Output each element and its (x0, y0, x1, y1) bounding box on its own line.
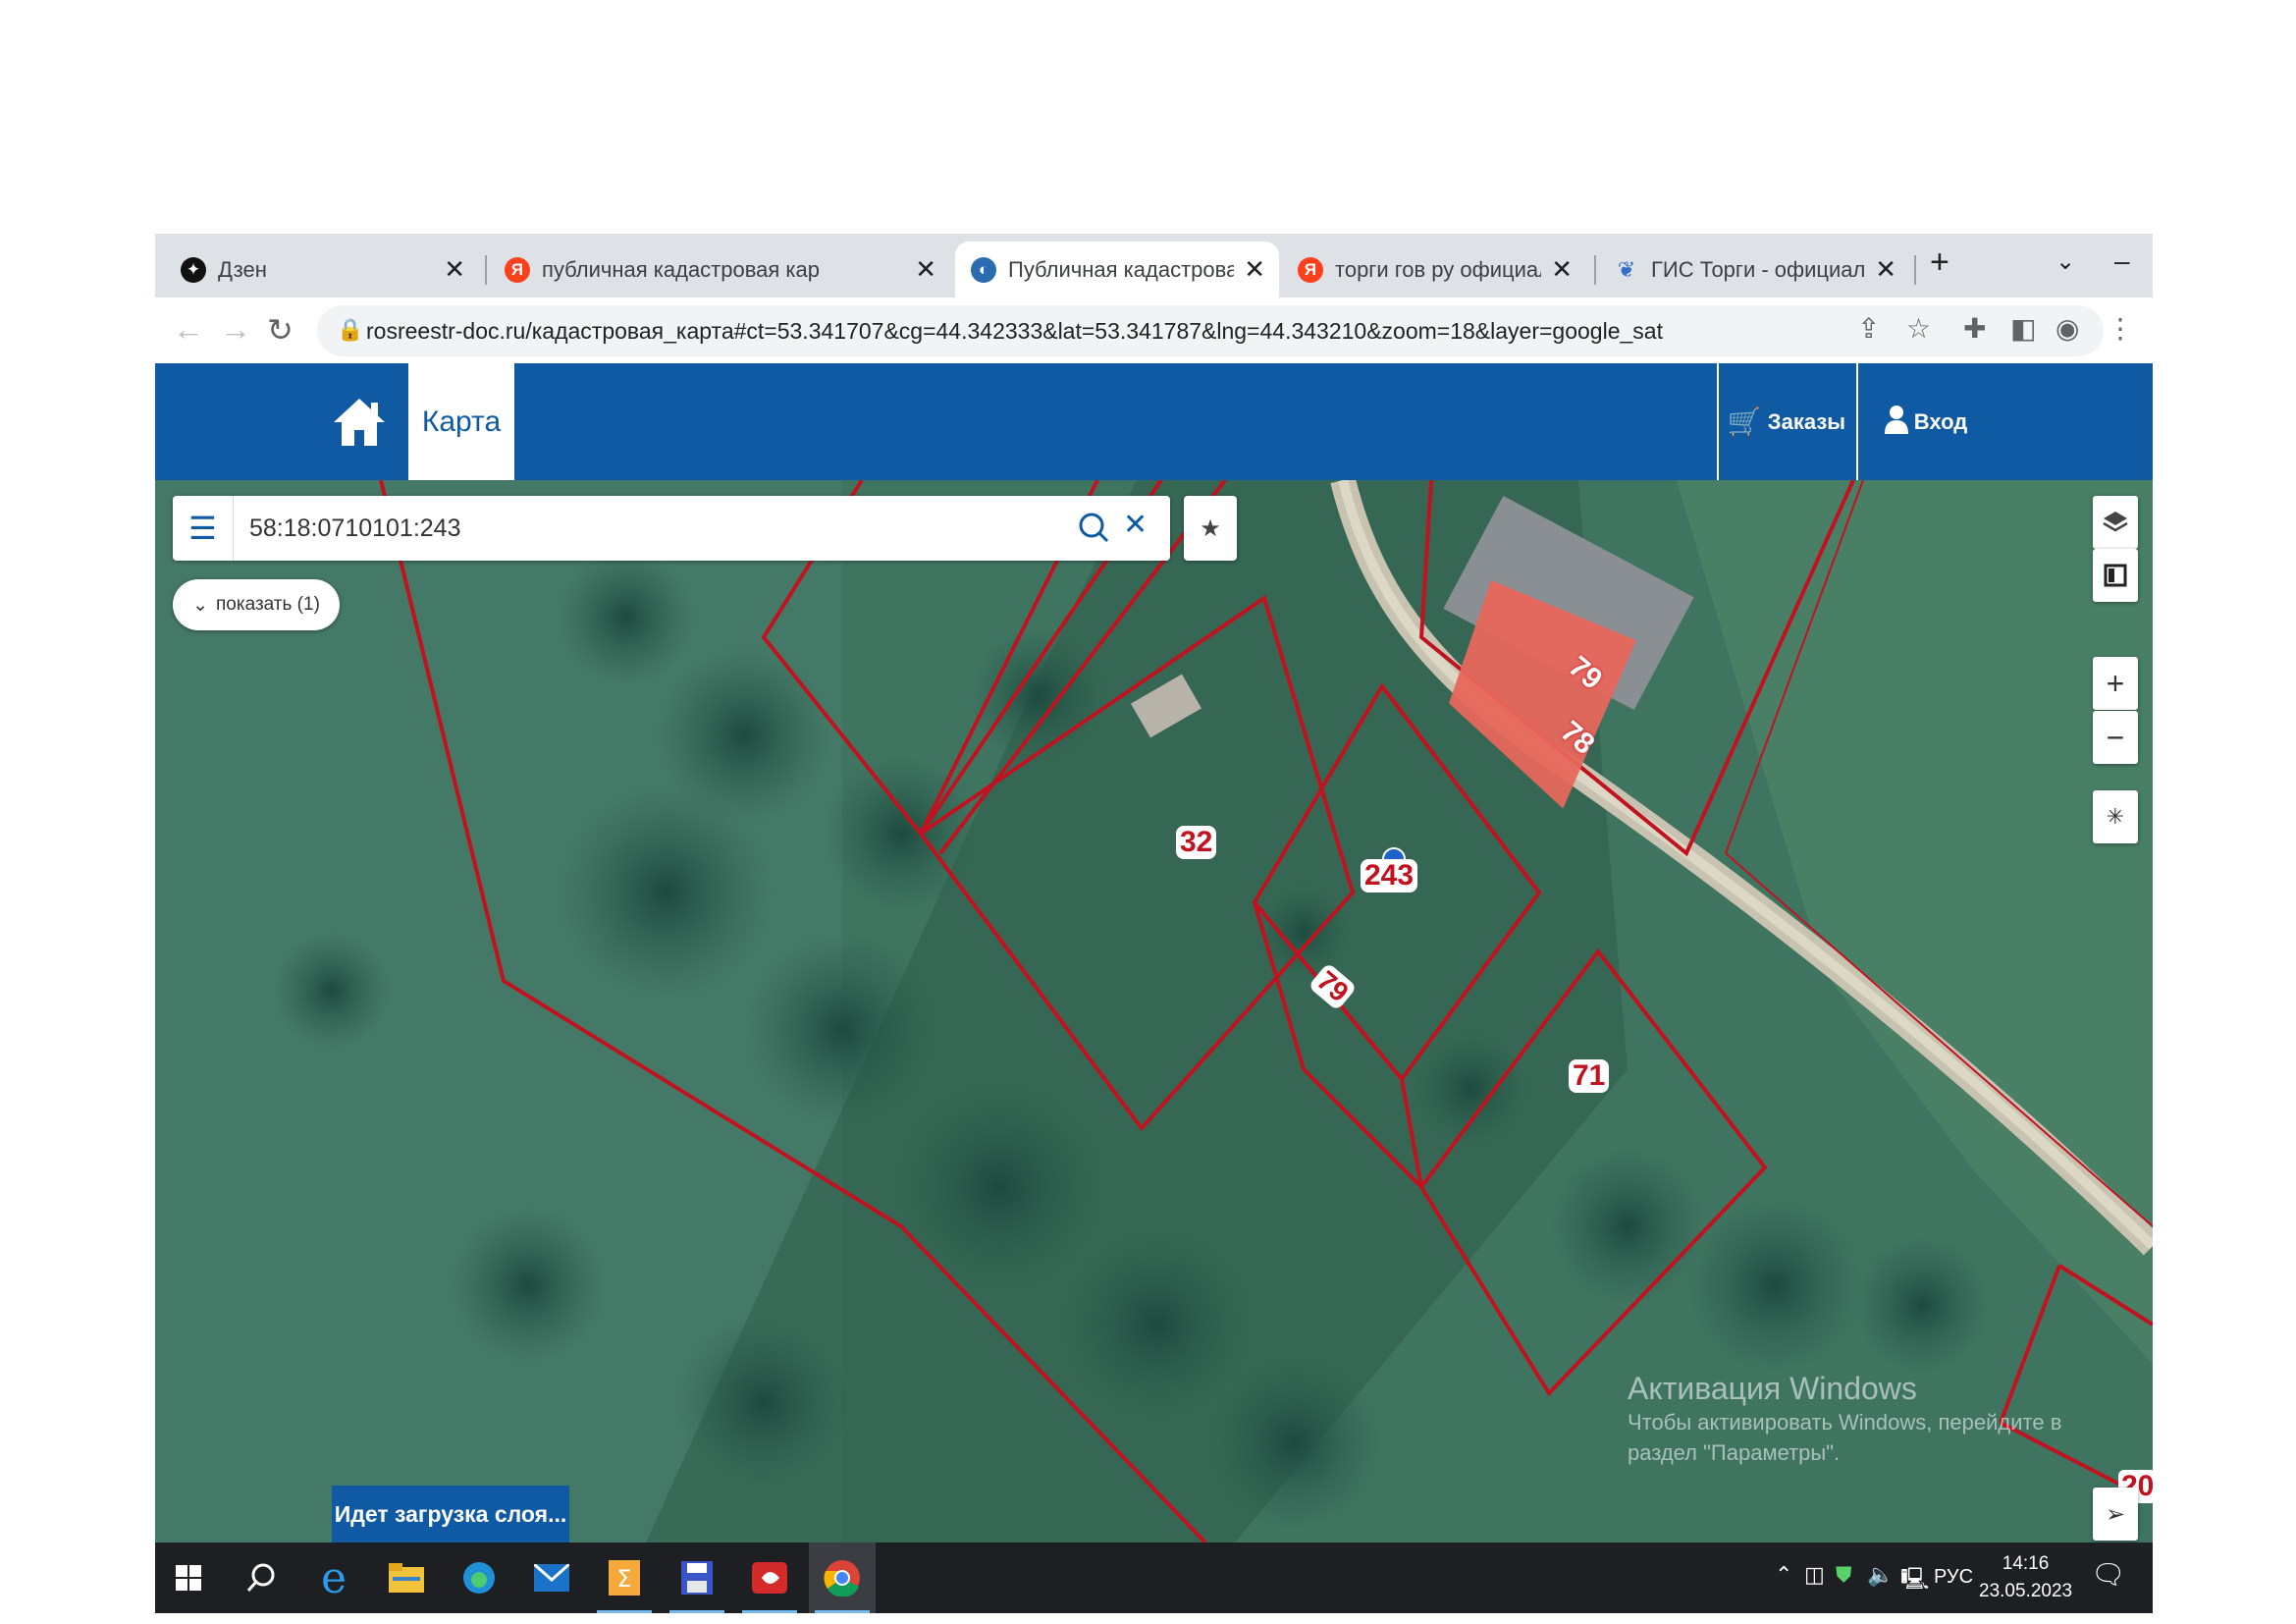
extensions-puzzle-icon[interactable]: ✚ (1963, 312, 1986, 345)
close-tab-icon[interactable]: ✕ (915, 254, 936, 285)
forward-arrow-icon[interactable]: → (220, 311, 251, 348)
edge-browser-icon[interactable] (446, 1543, 512, 1613)
windows-activation-watermark: Активация Windows Чтобы активировать Win… (1628, 1371, 2079, 1468)
tab-dzen[interactable]: ✦ Дзен ✕ (155, 242, 479, 298)
ruler-icon[interactable] (2093, 549, 2138, 602)
tab-separator (1594, 255, 1596, 285)
reload-icon[interactable]: ↻ (267, 311, 294, 349)
cart-icon: 🛒 (1727, 406, 1762, 437)
notifications-icon[interactable]: 🗨 (2091, 1558, 2126, 1591)
clear-search-icon[interactable]: ✕ (1123, 508, 1148, 542)
home-icon[interactable] (330, 393, 389, 452)
tab-yandex-torgi[interactable]: Я торги гов ру официальный ✕ (1282, 242, 1586, 298)
browser-toolbar: ← → ↻ 🔒 rosreestr-doc.ru/кадастровая_кар… (155, 298, 2153, 363)
chrome-icon[interactable] (809, 1543, 876, 1613)
file-explorer-icon[interactable] (373, 1543, 440, 1613)
calculator-app-icon[interactable]: Σ (591, 1543, 658, 1613)
taskbar-search-icon[interactable] (228, 1543, 294, 1613)
dzen-icon: ✦ (181, 256, 206, 283)
login-label: Вход (1913, 408, 1968, 434)
tab-rosreestr-active[interactable]: ◐ Публичная кадастровая кар ✕ (955, 242, 1279, 298)
tab-separator (1914, 255, 1916, 285)
windows-start-icon[interactable] (155, 1543, 222, 1613)
close-tab-icon[interactable]: ✕ (1551, 254, 1573, 285)
tab-title: Публичная кадастровая кар (1008, 256, 1235, 282)
gis-torgi-icon: ❦ (1617, 256, 1636, 282)
lock-icon[interactable]: 🔒 (337, 317, 363, 343)
tab-gis-torgi[interactable]: ❦ ГИС Торги - официальный ✕ (1598, 242, 1910, 298)
browser-window: ✦ Дзен ✕ Я публичная кадастровая кар ✕ ◐… (155, 234, 2153, 1613)
rosreestr-icon: ◐ (971, 256, 996, 283)
close-tab-icon[interactable]: ✕ (1244, 254, 1265, 285)
orders-label: Заказы (1767, 408, 1846, 434)
nav-map-tab[interactable]: Карта (408, 363, 514, 480)
tab-title: ГИС Торги - официальный (1651, 256, 1866, 282)
tab-title: торги гов ру официальный (1335, 256, 1541, 282)
zoom-out-button[interactable]: − (2093, 711, 2138, 764)
tab-separator (485, 255, 487, 285)
volume-icon[interactable]: 🔈 (1867, 1562, 1894, 1588)
menu-hamburger-icon[interactable]: ☰ (173, 496, 234, 561)
close-tab-icon[interactable]: ✕ (1875, 254, 1896, 285)
save-disk-app-icon[interactable] (664, 1543, 730, 1613)
windows-taskbar: e Σ ⌃ ◫ ⛊ 🔈 🖳 РУС 14:16 23.05.2023 🗨 (155, 1543, 2153, 1613)
layer-loading-status: Идет загрузка слоя... (332, 1486, 569, 1543)
favorite-star-button[interactable]: ★ (1184, 496, 1237, 561)
minimize-button[interactable]: – (2114, 245, 2130, 277)
clock-date: 23.05.2023 (1979, 1581, 2073, 1601)
watermark-text: Чтобы активировать Windows, перейдите в … (1628, 1410, 2062, 1465)
search-box: ☰ ✕ (173, 496, 1170, 561)
orders-button[interactable]: 🛒 Заказы (1717, 363, 1854, 480)
watermark-title: Активация Windows (1628, 1371, 1917, 1406)
bookmark-star-icon[interactable]: ☆ (1906, 312, 1931, 345)
address-bar[interactable]: 🔒 rosreestr-doc.ru/кадастровая_карта#ct=… (317, 305, 2104, 356)
mail-icon[interactable] (518, 1543, 585, 1613)
language-indicator[interactable]: РУС (1934, 1566, 1973, 1589)
yandex-icon: Я (1298, 256, 1323, 283)
cadastral-search-input[interactable] (234, 496, 1068, 561)
tab-search-chevron-icon[interactable]: ⌄ (2056, 247, 2075, 276)
tray-chevron-up-icon[interactable]: ⌃ (1775, 1562, 1792, 1588)
tab-strip: ✦ Дзен ✕ Я публичная кадастровая кар ✕ ◐… (155, 234, 2153, 298)
clock-time: 14:16 (2002, 1553, 2050, 1574)
user-icon (1884, 405, 1908, 440)
profile-avatar-icon[interactable]: ◉ (2056, 312, 2079, 345)
internet-explorer-icon[interactable]: e (300, 1543, 367, 1613)
tab-yandex-cadastral[interactable]: Я публичная кадастровая кар ✕ (489, 242, 950, 298)
show-results-button[interactable]: ⌄ показать (1) (173, 579, 340, 630)
parcel-label: 32 (1176, 826, 1217, 859)
share-icon[interactable]: ⇪ (1857, 312, 1880, 345)
map-view[interactable]: 79 78 32 243 79 71 20 ☰ ✕ ★ ⌄ показать (… (155, 480, 2153, 1543)
pdf-reader-icon[interactable] (736, 1543, 803, 1613)
tray-device-icon[interactable]: ◫ (1804, 1562, 1825, 1588)
parcel-label-selected: 243 (1361, 859, 1418, 893)
side-panel-icon[interactable]: ◧ (2010, 312, 2036, 345)
browser-menu-icon[interactable]: ⋮ (2107, 312, 2134, 345)
url-text[interactable]: rosreestr-doc.ru/кадастровая_карта#ct=53… (366, 318, 1663, 345)
zoom-in-button[interactable]: + (2093, 657, 2138, 710)
tab-title: Дзен (218, 256, 267, 282)
close-tab-icon[interactable]: ✕ (444, 254, 465, 285)
show-results-label: показать (1) (216, 594, 320, 615)
svg-text:Σ: Σ (616, 1565, 631, 1593)
new-tab-button[interactable]: + (1930, 244, 1949, 282)
login-button[interactable]: Вход (1856, 363, 1994, 480)
layers-icon[interactable] (2093, 496, 2138, 549)
tray-shield-icon[interactable]: ⛊ (1836, 1562, 1852, 1588)
clock[interactable]: 14:16 23.05.2023 (1979, 1550, 2072, 1605)
chevron-down-icon: ⌄ (192, 594, 208, 616)
locate-arrow-icon[interactable]: ➢ (2093, 1488, 2138, 1541)
yandex-icon: Я (505, 256, 530, 283)
back-arrow-icon[interactable]: ← (173, 311, 204, 348)
tab-title: публичная кадастровая кар (542, 256, 821, 282)
site-header: Карта 🛒 Заказы Вход (155, 363, 2153, 480)
loading-spinner-icon[interactable]: ✳ (2093, 790, 2138, 843)
parcel-label: 71 (1569, 1059, 1610, 1093)
search-icon[interactable] (1076, 510, 1111, 545)
network-icon[interactable]: 🖳 (1900, 1562, 1929, 1599)
